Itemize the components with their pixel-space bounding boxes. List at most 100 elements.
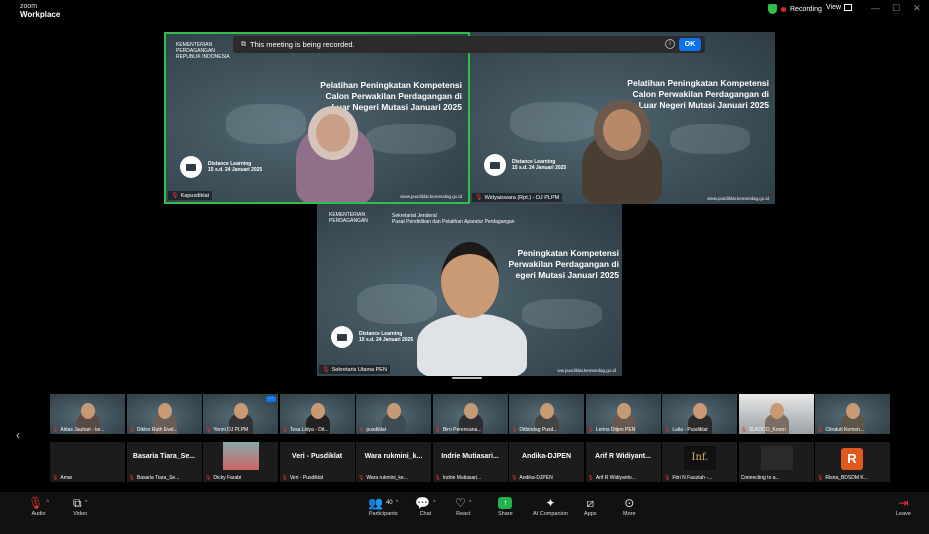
gallery-tile[interactable]: 🎙 Dicky Farabi bbox=[203, 442, 278, 482]
video-tile-sekretaris[interactable]: KEMENTERIAN PERDAGANGAN Sekretariat Jend… bbox=[317, 204, 622, 376]
participants-button[interactable]: 👥 40 ^ Participants bbox=[368, 495, 398, 517]
gallery-tile[interactable]: Inf. 🎙 Fitri N Fauziah -... bbox=[662, 442, 737, 482]
participant-name: SLKOCO_Koren bbox=[748, 427, 786, 433]
mic-muted-icon: 🎙 bbox=[205, 475, 212, 481]
chat-button[interactable]: 💬 ^ Chat bbox=[415, 495, 436, 517]
leave-label: Leave bbox=[896, 511, 911, 517]
participant-nametag: 🎙 Andika-DJPEN bbox=[511, 475, 553, 481]
gallery-tile[interactable]: 🎙 Citratuti Kemen... bbox=[815, 394, 890, 434]
participant-nametag: 🎙 SLKOCO_Koren bbox=[741, 427, 786, 433]
participant-name: Kapusdiklat bbox=[180, 192, 210, 199]
gallery-tile[interactable]: Arif R Widiyant... 🎙 Arif R Widiyanto... bbox=[585, 442, 661, 482]
gallery-tile[interactable]: 🎙 Laila - Pusdiklat bbox=[662, 394, 737, 434]
view-button[interactable]: View bbox=[826, 4, 853, 11]
close-button[interactable]: ✕ bbox=[913, 3, 921, 14]
ai-companion-button[interactable]: ✦ AI Companion bbox=[533, 495, 568, 517]
slide-url: www.pusdiklat.kemendag.go.id bbox=[707, 196, 769, 201]
recording-notice-text: This meeting is being recorded. bbox=[250, 40, 355, 49]
gallery-tile[interactable]: Andika-DJPEN 🎙 Andika-DJPEN bbox=[509, 442, 584, 482]
slide-title-line: Calon Perwakilan Perdagangan di bbox=[632, 89, 769, 99]
participant-face bbox=[308, 106, 358, 160]
distance-learning-badge: Distance Learning 15 s.d. 24 Januari 202… bbox=[484, 154, 566, 176]
participant-nametag: 🎙 Veri - Pusdiklat bbox=[282, 475, 324, 481]
participants-icon: 👥 bbox=[368, 496, 383, 510]
gallery-tile[interactable]: Veri - Pusdiklat 🎙 Veri - Pusdiklat bbox=[279, 442, 355, 482]
participant-name: Risna_BDSDM K... bbox=[825, 475, 868, 481]
gallery-tile[interactable]: R 🎙 Risna_BDSDM K... bbox=[815, 442, 890, 482]
mic-muted-icon: 🎙 bbox=[817, 427, 824, 433]
participant-face bbox=[846, 403, 860, 419]
mic-muted-icon: 🎙 bbox=[28, 496, 44, 510]
mic-muted-icon: 🎙 bbox=[358, 475, 365, 481]
mic-muted-icon: 🎙 bbox=[52, 475, 59, 481]
video-tile-widyaiswara[interactable]: Pelatihan Peningkatan Kompetensi Calon P… bbox=[470, 32, 775, 204]
apps-button[interactable]: ⧄ Apps bbox=[584, 495, 597, 517]
participant-display-name: Andika-DJPEN bbox=[521, 453, 571, 460]
mic-muted-icon: 🎙 bbox=[52, 427, 59, 433]
react-button[interactable]: ♡ ^ React bbox=[455, 495, 472, 517]
participant-display-name: Wara rukmini_k... bbox=[364, 453, 423, 460]
chevron-up-icon[interactable]: ^ bbox=[396, 495, 399, 511]
gallery-tile[interactable]: 🎙 Ditbindag Pusd... bbox=[509, 394, 584, 434]
gallery-tile[interactable]: 🎙 SLKOCO_Koren bbox=[738, 394, 814, 434]
maximize-button[interactable]: ☐ bbox=[892, 3, 900, 14]
gallery-tile[interactable]: Indrie Mutiasari... 🎙 Indrie Mutiasari... bbox=[432, 442, 508, 482]
recording-indicator[interactable]: Recording bbox=[768, 4, 822, 14]
distance-learning-badge: Distance Learning 15 s.d. 24 Januari 202… bbox=[180, 156, 262, 178]
audio-button[interactable]: 🎙 ^ Audio bbox=[28, 495, 49, 517]
mic-muted-icon: 🎙 bbox=[434, 475, 441, 481]
gallery-tile[interactable]: 🎙 Biro Perencana... bbox=[432, 394, 508, 434]
info-icon[interactable]: i bbox=[665, 39, 675, 49]
more-options-icon[interactable]: ··· bbox=[266, 396, 276, 402]
video-button[interactable]: ⧉ ^ Video bbox=[73, 495, 87, 517]
slide-title-line: Calon Perwakilan Perdagangan di bbox=[325, 91, 462, 101]
gallery-tile[interactable]: 🎙 Lerins Ditjen PEN bbox=[585, 394, 661, 434]
mic-muted-icon: 🎙 bbox=[128, 427, 135, 433]
participant-name: Tesa Lidya - Dit... bbox=[289, 427, 329, 433]
participant-display-name: Arif R Widiyant... bbox=[595, 453, 651, 460]
mic-icon: 🎙 bbox=[171, 193, 179, 199]
sparkle-icon: ✦ bbox=[545, 496, 556, 510]
gallery-tile[interactable]: 🎙 Tesa Lidya - Dit... bbox=[279, 394, 355, 434]
participant-face bbox=[594, 100, 650, 160]
minimize-button[interactable]: — bbox=[871, 3, 880, 13]
participant-display-name: Basaria Tiara_Se... bbox=[132, 453, 196, 460]
gallery-tile[interactable]: Connecting to a... bbox=[738, 442, 814, 482]
chevron-up-icon[interactable]: ^ bbox=[469, 495, 472, 511]
chevron-up-icon[interactable]: ^ bbox=[433, 495, 436, 511]
gallery-tile[interactable]: Basaria Tiara_Se... 🎙 Basaria Tiara_Se... bbox=[126, 442, 202, 482]
more-icon: ⊙ bbox=[624, 496, 635, 510]
security-shield-icon[interactable] bbox=[768, 4, 777, 14]
dl-dates: 15 s.d. 24 Januari 2025 bbox=[208, 167, 263, 173]
gallery-tile[interactable]: 🎙 Yenni DJ PLPM ··· bbox=[203, 394, 278, 434]
gallery-tile[interactable]: 🎙 Amar bbox=[50, 442, 125, 482]
participant-name: Wara rukmini_ke... bbox=[366, 475, 408, 481]
world-map-shape bbox=[357, 284, 437, 324]
resize-handle[interactable] bbox=[452, 377, 482, 379]
gallery-tile[interactable]: 🎙 pusdiklat bbox=[356, 394, 431, 434]
chevron-up-icon[interactable]: ^ bbox=[46, 495, 49, 511]
participant-nametag: 🎙 Citratuti Kemen... bbox=[817, 427, 864, 433]
share-button[interactable]: ↑ Share bbox=[498, 495, 513, 517]
participant-nametag: 🎙 Arif R Widiyanto... bbox=[588, 475, 636, 481]
participant-logo: Inf. bbox=[684, 446, 716, 470]
ok-button[interactable]: OK bbox=[679, 38, 701, 51]
slide-title: Peningkatan Kompetensi Perwakilan Perdag… bbox=[479, 248, 619, 281]
video-tile-kapusdiklat[interactable]: KEMENTERIAN PERDAGANGAN REPUBLIK INDONES… bbox=[164, 32, 470, 204]
participant-nametag: 🎙 Basaria Tiara_Se... bbox=[129, 475, 180, 481]
chevron-up-icon[interactable]: ^ bbox=[85, 495, 88, 511]
ministry-logo: KEMENTERIAN PERDAGANGAN REPUBLIK INDONES… bbox=[176, 42, 230, 60]
gallery-tile[interactable]: Wara rukmini_k... 🎙 Wara rukmini_ke... bbox=[356, 442, 431, 482]
app-brand: zoom Workplace bbox=[20, 3, 60, 19]
leave-button[interactable]: ⇥ Leave bbox=[896, 495, 911, 517]
participant-nametag: 🎙 Fitri N Fauziah -... bbox=[664, 475, 712, 481]
dl-dates: 15 s.d. 24 Januari 2025 bbox=[359, 337, 414, 343]
prev-page-arrow[interactable]: ‹ bbox=[16, 428, 20, 442]
gallery-tile[interactable]: 🎙 Aldas Jauhari - ke... bbox=[50, 394, 125, 434]
more-button[interactable]: ⊙ More bbox=[623, 495, 636, 517]
leave-icon: ⇥ bbox=[898, 496, 909, 510]
participant-name: Fitri N Fauziah -... bbox=[672, 475, 713, 481]
mic-muted-icon: 🎙 bbox=[740, 427, 747, 433]
org-sub: REPUBLIK INDONESIA bbox=[176, 54, 230, 60]
gallery-tile[interactable]: 🎙 Dikles Ruth Evel... bbox=[126, 394, 202, 434]
